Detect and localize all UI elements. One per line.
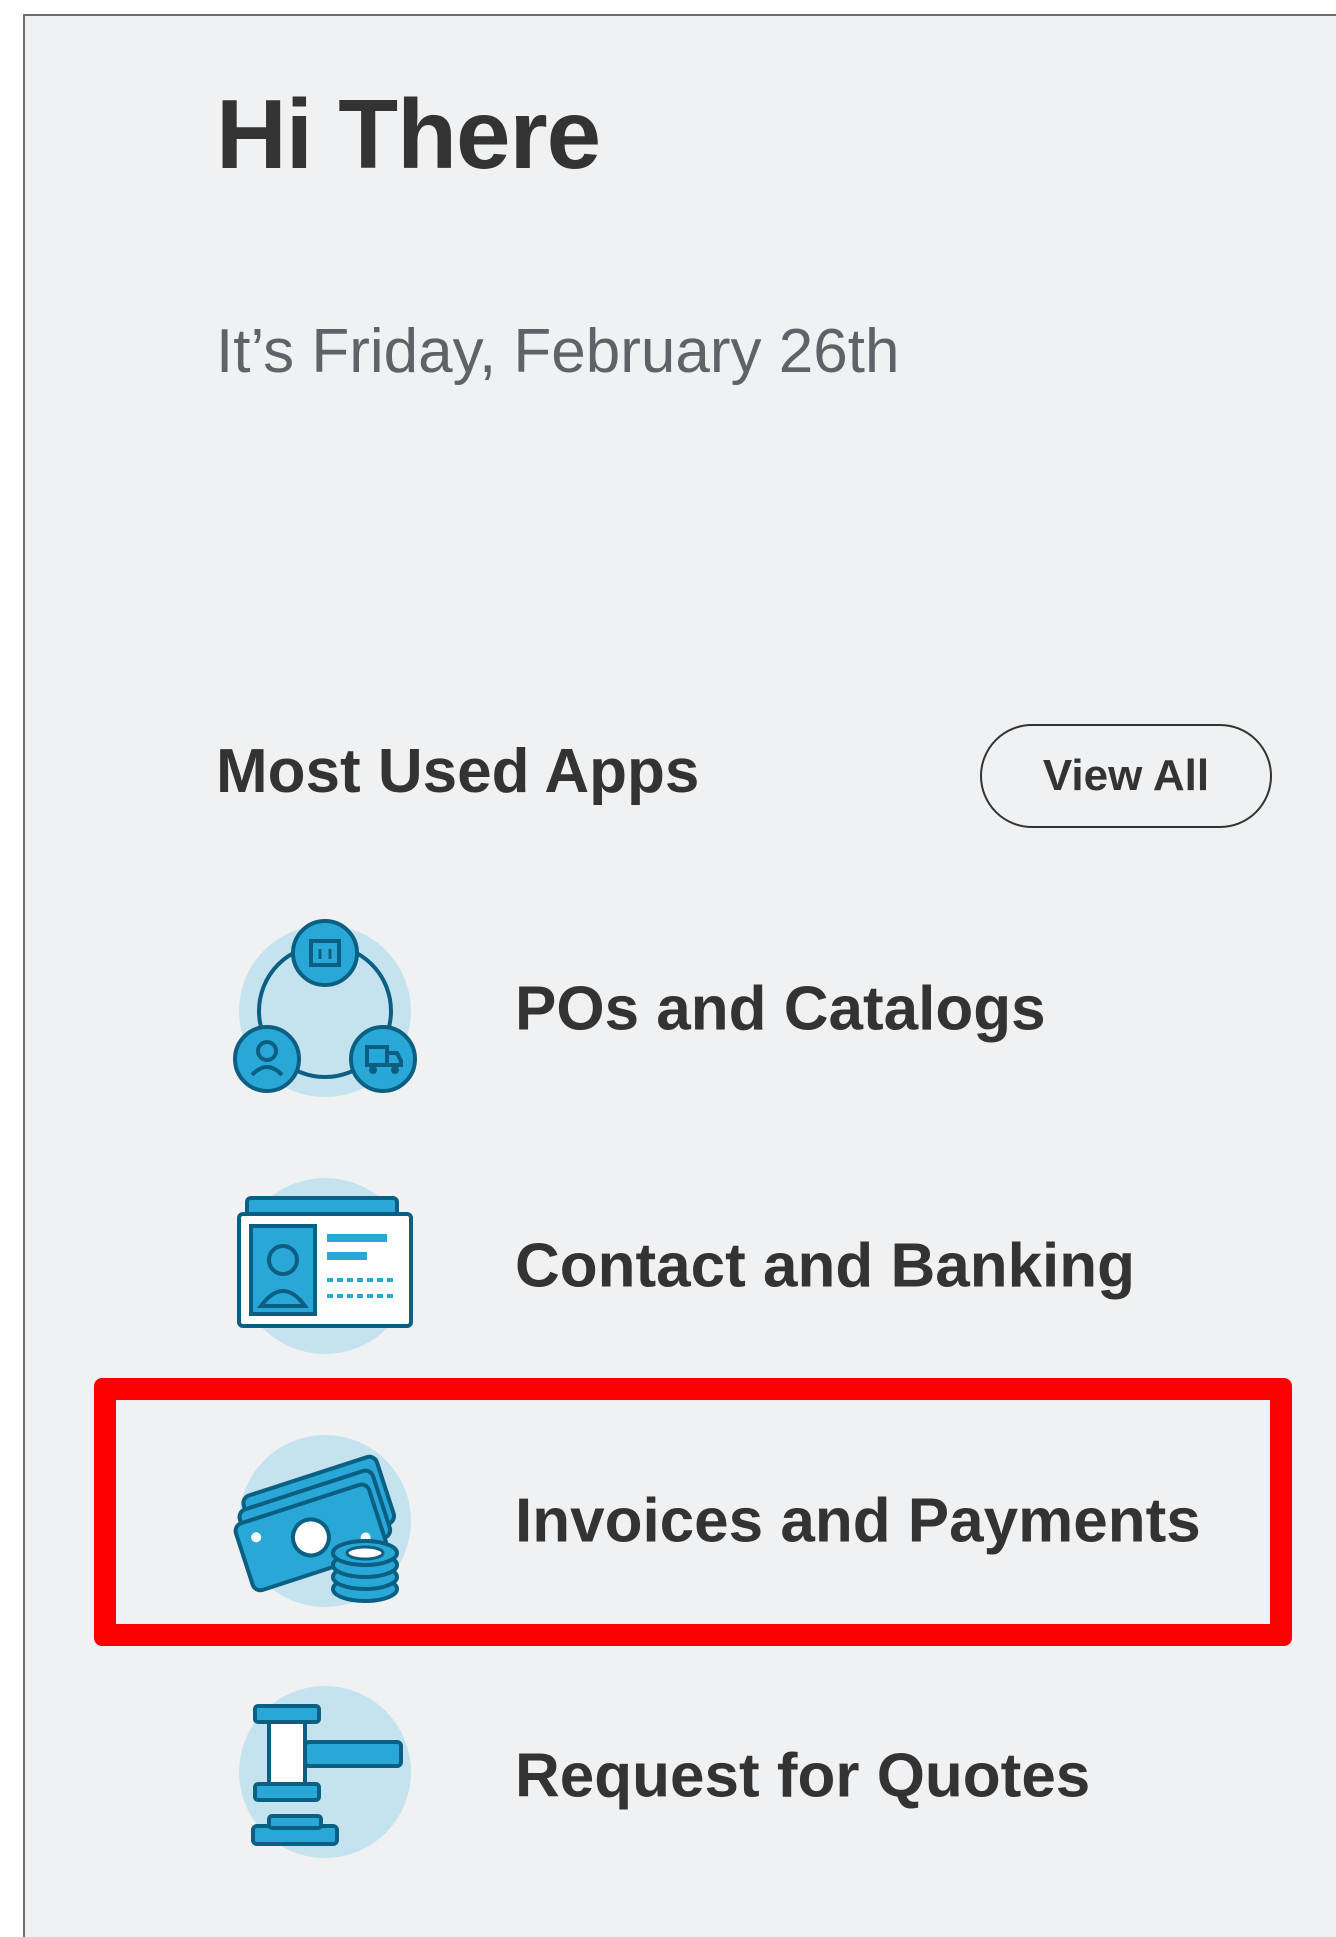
app-invoices-and-payments[interactable]: Invoices and Payments [225, 1421, 1265, 1621]
app-label: Invoices and Payments [515, 1486, 1201, 1556]
app-label: Request for Quotes [515, 1741, 1091, 1811]
money-coins-icon [225, 1421, 425, 1621]
pos-catalogs-icon [225, 909, 425, 1109]
home-panel: Hi There It’s Friday, February 26th Most… [23, 14, 1336, 1937]
app-label: POs and Catalogs [515, 974, 1046, 1044]
app-pos-and-catalogs[interactable]: POs and Catalogs [225, 909, 1265, 1109]
most-used-apps-heading: Most Used Apps [216, 737, 700, 806]
view-all-button[interactable]: View All [980, 724, 1272, 828]
app-contact-and-banking[interactable]: Contact and Banking [225, 1166, 1265, 1366]
gavel-icon [225, 1676, 425, 1876]
app-request-for-quotes[interactable]: Request for Quotes [225, 1676, 1265, 1876]
date-text: It’s Friday, February 26th [216, 317, 900, 386]
contact-card-icon [225, 1166, 425, 1366]
greeting-title: Hi There [216, 79, 601, 189]
app-label: Contact and Banking [515, 1231, 1136, 1301]
